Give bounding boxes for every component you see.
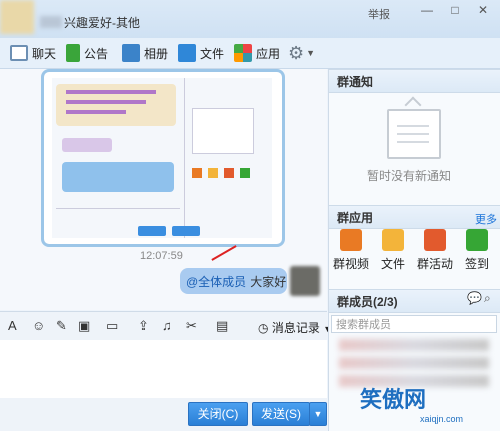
- app-label: 签到: [464, 257, 489, 271]
- right-panel: 群通知 暂时没有新通知 群应用 更多 群视频 文件 群活动 签到 群成员(2/3…: [328, 69, 500, 431]
- music-icon[interactable]: ♫: [162, 318, 172, 333]
- scissors-icon[interactable]: ✂: [186, 318, 197, 334]
- screenshot-icon[interactable]: ▤: [216, 318, 228, 334]
- magic-icon[interactable]: ✎: [56, 318, 67, 334]
- sender-avatar[interactable]: [290, 266, 320, 296]
- title-prefix-blurred: [40, 16, 62, 28]
- notice-empty-text: 暂时没有新通知: [367, 169, 452, 183]
- tab-announcement-label: 公告: [84, 46, 109, 61]
- mention-all[interactable]: @全体成员: [186, 273, 246, 290]
- bottom-bar: 关闭(C) 发送(S) ▼: [0, 398, 327, 431]
- close-window-button[interactable]: ✕: [474, 2, 492, 18]
- apps-title: 群应用: [337, 211, 374, 225]
- tab-album-label: 相册: [144, 46, 169, 61]
- notice-title: 群通知: [337, 75, 374, 89]
- flag-icon: [66, 44, 80, 62]
- folder-icon: [178, 44, 196, 62]
- member-search-input[interactable]: 搜索群成员: [331, 315, 497, 333]
- tab-files-label: 文件: [200, 46, 225, 61]
- chat-bubble-icon[interactable]: 💬: [467, 291, 482, 305]
- minimize-button[interactable]: —: [418, 2, 436, 18]
- emoji-icon[interactable]: ☺: [32, 318, 45, 333]
- tab-chat[interactable]: 聊天: [10, 43, 56, 63]
- app-label: 文件: [380, 257, 405, 271]
- font-icon[interactable]: A: [8, 318, 17, 333]
- photo-icon: [122, 44, 140, 62]
- app-group-activity[interactable]: 群活动: [417, 229, 453, 272]
- tab-chat-label: 聊天: [32, 46, 57, 61]
- screenshot-content: [52, 78, 272, 238]
- send-options-button[interactable]: ▼: [309, 402, 327, 426]
- app-label: 群视频: [333, 257, 370, 271]
- close-button[interactable]: 关闭(C): [188, 402, 248, 426]
- upload-icon[interactable]: ⇪: [138, 318, 149, 334]
- activity-icon: [424, 229, 446, 251]
- chat-icon: [10, 45, 28, 61]
- window-title: 兴趣爱好-其他: [64, 16, 140, 30]
- maximize-button[interactable]: □: [446, 2, 464, 18]
- app-label: 群活动: [417, 257, 454, 271]
- send-button[interactable]: 发送(S): [252, 402, 310, 426]
- message-history-button[interactable]: ◷ 消息记录 ▼: [258, 319, 332, 336]
- video-icon: [340, 229, 362, 251]
- shared-screenshot-image[interactable]: [41, 69, 285, 247]
- gift-icon[interactable]: ▣: [78, 318, 90, 334]
- tab-album[interactable]: 相册: [122, 43, 168, 63]
- member-item[interactable]: [339, 339, 489, 351]
- app-check-in[interactable]: 签到: [459, 229, 495, 272]
- tab-apps-label: 应用: [256, 46, 281, 61]
- image-icon[interactable]: ▭: [106, 318, 118, 334]
- tab-apps[interactable]: 应用: [234, 43, 280, 63]
- message-bubble[interactable]: @全体成员 大家好: [180, 268, 287, 294]
- check-in-icon: [466, 229, 488, 251]
- main-toolbar: 聊天 公告 相册 文件 应用 ⚙ ▼: [0, 38, 500, 69]
- apps-more-link[interactable]: 更多: [475, 211, 497, 227]
- members-title: 群成员(2/3): [337, 295, 398, 309]
- app-files[interactable]: 文件: [375, 229, 411, 272]
- message-input[interactable]: [0, 340, 327, 398]
- watermark-url: xaiqjn.com: [420, 414, 464, 424]
- message-timestamp: 12:07:59: [140, 250, 183, 262]
- chat-area[interactable]: 12:07:59 @全体成员 大家好: [0, 69, 327, 310]
- search-icon[interactable]: ⌕: [484, 291, 491, 306]
- chevron-down-icon: ▼: [306, 48, 316, 58]
- app-group-video[interactable]: 群视频: [333, 229, 369, 272]
- clock-icon: ◷: [258, 321, 269, 335]
- notice-board-icon: [387, 109, 441, 159]
- apps-icon: [234, 44, 252, 62]
- annotation-arrow: [211, 245, 237, 261]
- folder-icon: [382, 229, 404, 251]
- gear-icon: ⚙: [288, 42, 305, 63]
- message-history-label: 消息记录: [271, 321, 320, 335]
- watermark: 笑傲网: [360, 387, 427, 412]
- tab-announcement[interactable]: 公告: [66, 43, 108, 63]
- message-text: 大家好: [250, 274, 287, 289]
- group-avatar[interactable]: [0, 0, 34, 34]
- title-bar: 兴趣爱好-其他 举报 — □ ✕: [0, 0, 500, 38]
- input-toolbar: A ☺ ✎ ▣ ▭ ⇪ ♫ ✂ ▤ ◷ 消息记录 ▼: [0, 311, 332, 340]
- tab-files[interactable]: 文件: [178, 43, 224, 63]
- member-item[interactable]: [339, 357, 489, 369]
- report-link[interactable]: 举报: [368, 6, 390, 22]
- settings-button[interactable]: ⚙ ▼: [288, 43, 315, 63]
